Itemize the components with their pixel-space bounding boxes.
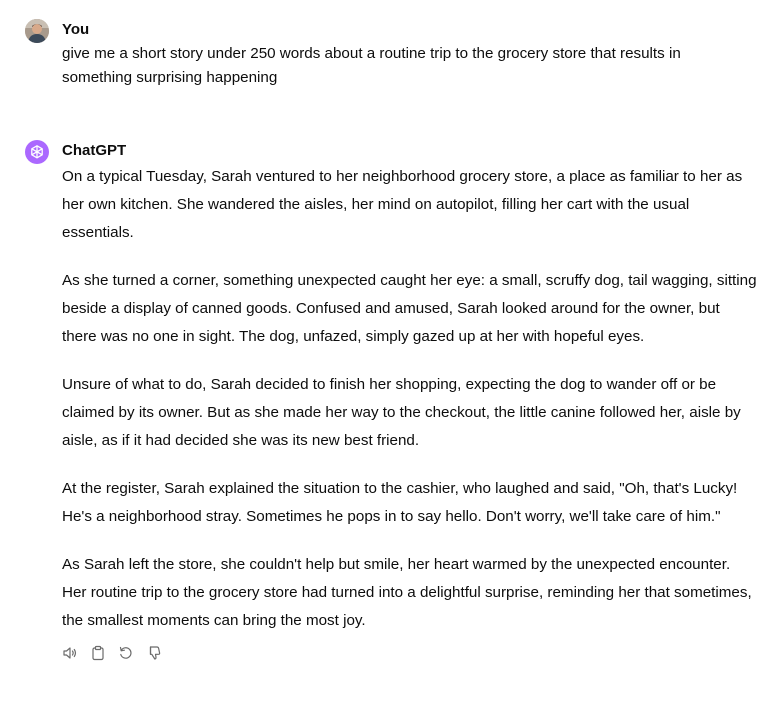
regenerate-button[interactable] <box>118 645 134 661</box>
response-paragraph: As Sarah left the store, she couldn't he… <box>62 556 752 629</box>
user-author-name: You <box>62 21 90 38</box>
read-aloud-icon <box>63 647 77 659</box>
openai-logo-icon <box>31 145 43 159</box>
regenerate-icon <box>119 646 132 659</box>
user-message-text: give me a short story under 250 words ab… <box>62 45 681 86</box>
user-message: You give me a short story under 250 word… <box>25 19 761 90</box>
assistant-author-name: ChatGPT <box>62 142 127 159</box>
thumbs-down-icon <box>149 646 161 660</box>
thumbs-down-button[interactable] <box>146 645 162 661</box>
response-paragraph: Unsure of what to do, Sarah decided to f… <box>62 376 741 449</box>
response-paragraph: At the register, Sarah explained the sit… <box>62 480 738 525</box>
response-paragraph: On a typical Tuesday, Sarah ventured to … <box>62 168 743 241</box>
assistant-avatar <box>25 140 49 164</box>
copy-button[interactable] <box>90 645 106 661</box>
user-avatar <box>25 19 49 43</box>
assistant-response: On a typical Tuesday, Sarah ventured to … <box>62 163 761 635</box>
response-paragraph: As she turned a corner, something unexpe… <box>62 272 757 345</box>
user-photo-avatar <box>25 19 49 43</box>
read-aloud-button[interactable] <box>62 645 78 661</box>
message-actions <box>62 645 761 661</box>
assistant-message: ChatGPT On a typical Tuesday, Sarah vent… <box>25 140 761 661</box>
copy-icon <box>92 645 104 661</box>
